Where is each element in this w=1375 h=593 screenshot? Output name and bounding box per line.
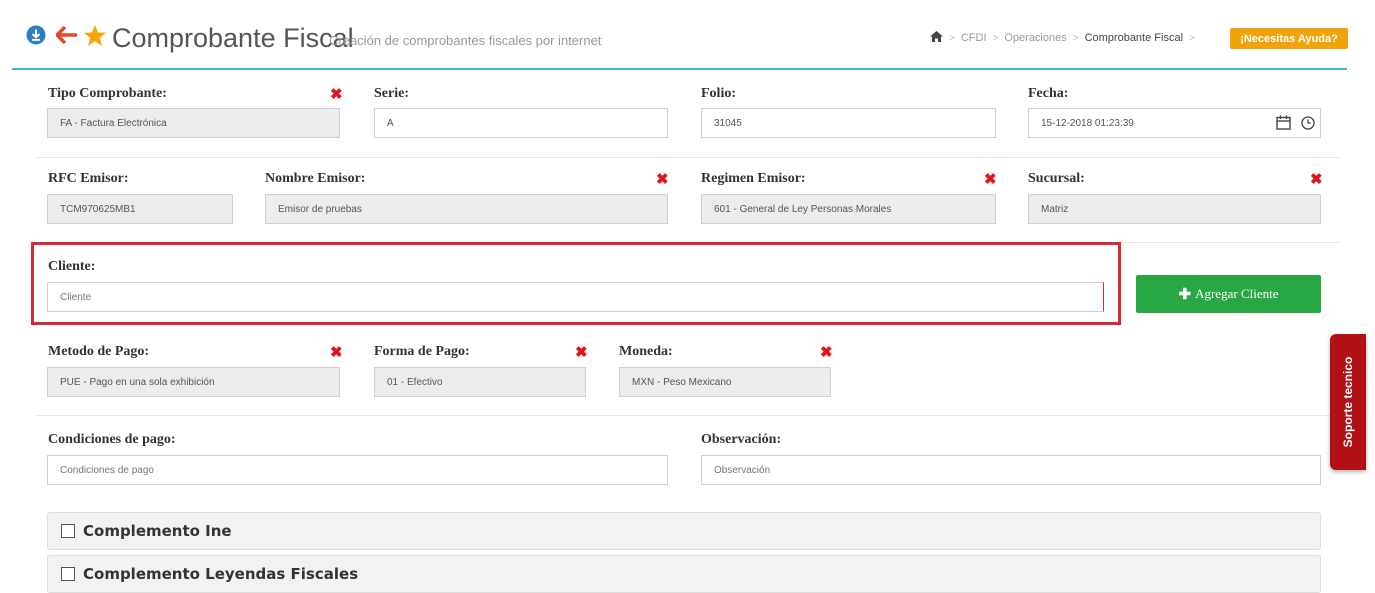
observacion-label: Observación: [701, 432, 782, 447]
condiciones-pago-label: Condiciones de pago: [48, 432, 176, 447]
download-circle-icon[interactable] [25, 22, 47, 48]
header-divider [12, 68, 1347, 70]
breadcrumb-separator: > [1072, 32, 1079, 44]
fecha-label: Fecha: [1028, 86, 1069, 101]
sucursal-label: Sucursal: [1028, 171, 1085, 186]
moneda-label: Moneda: [619, 344, 673, 359]
breadcrumb-comprobante: Comprobante Fiscal [1084, 32, 1184, 44]
condiciones-pago-input[interactable] [47, 455, 668, 485]
add-cliente-label: Agregar Cliente [1195, 286, 1279, 301]
serie-label: Serie: [374, 86, 409, 101]
row-divider [35, 157, 1340, 158]
complemento-leyendas-label: Complemento Leyendas Fiscales [83, 565, 359, 583]
cliente-highlight-box [31, 242, 1121, 325]
rfc-emisor-field[interactable]: TCM970625MB1 [47, 194, 233, 224]
metodo-pago-field[interactable]: PUE - Pago en una sola exhibición [47, 367, 340, 397]
breadcrumb-separator: > [1189, 32, 1195, 44]
clear-tipo-icon[interactable]: ✖ [330, 87, 343, 102]
page-subtitle: Creación de comprobantes fiscales por in… [329, 33, 602, 48]
row-divider [35, 415, 1340, 416]
clear-regimen-icon[interactable]: ✖ [984, 172, 997, 187]
page-header: Comprobante Fiscal Creación de comproban… [0, 0, 1375, 70]
soporte-tecnico-label: Soporte tecnico [1341, 356, 1355, 448]
clear-metodo-icon[interactable]: ✖ [330, 345, 343, 360]
calendar-icon[interactable] [1276, 115, 1291, 135]
breadcrumb-operaciones[interactable]: Operaciones [1004, 32, 1066, 44]
back-arrow-icon[interactable] [55, 22, 79, 48]
fecha-value: 15-12-2018 01:23:39 [1041, 117, 1134, 129]
rfc-emisor-label: RFC Emisor: [48, 171, 129, 186]
tipo-comprobante-field[interactable]: FA - Factura Electrónica [47, 108, 340, 138]
breadcrumb-separator: > [992, 32, 999, 44]
breadcrumb: > CFDI > Operaciones > Comprobante Fisca… [930, 31, 1195, 45]
folio-label: Folio: [701, 86, 736, 101]
clock-icon[interactable] [1301, 116, 1315, 135]
metodo-pago-label: Metodo de Pago: [48, 344, 150, 359]
serie-field[interactable]: A [374, 108, 668, 138]
complemento-leyendas-panel[interactable]: Complemento Leyendas Fiscales [47, 555, 1321, 593]
clear-forma-icon[interactable]: ✖ [575, 345, 588, 360]
sucursal-field[interactable]: Matriz [1028, 194, 1321, 224]
nombre-emisor-label: Nombre Emisor: [265, 171, 366, 186]
complemento-ine-checkbox[interactable] [61, 524, 75, 538]
add-cliente-button[interactable]: ✚ Agregar Cliente [1136, 275, 1321, 313]
home-icon[interactable] [930, 31, 943, 45]
forma-pago-field[interactable]: 01 - Efectivo [374, 367, 586, 397]
help-button[interactable]: ¡Necesitas Ayuda? [1230, 28, 1348, 49]
complemento-ine-panel[interactable]: Complemento Ine [47, 512, 1321, 550]
moneda-field[interactable]: MXN - Peso Mexicano [619, 367, 831, 397]
folio-field[interactable]: 31045 [701, 108, 996, 138]
forma-pago-label: Forma de Pago: [374, 344, 470, 359]
page-title: Comprobante Fiscal [112, 23, 354, 53]
breadcrumb-separator: > [949, 32, 955, 44]
plus-icon: ✚ [1178, 286, 1192, 303]
soporte-tecnico-tab[interactable]: Soporte tecnico [1330, 334, 1366, 470]
regimen-emisor-field[interactable]: 601 - General de Ley Personas Morales [701, 194, 996, 224]
nombre-emisor-field[interactable]: Emisor de pruebas [265, 194, 668, 224]
regimen-emisor-label: Regimen Emisor: [701, 171, 806, 186]
complemento-leyendas-checkbox[interactable] [61, 567, 75, 581]
star-icon[interactable] [82, 22, 108, 48]
breadcrumb-cfdi[interactable]: CFDI [961, 32, 987, 44]
observacion-input[interactable] [701, 455, 1321, 485]
clear-moneda-icon[interactable]: ✖ [820, 345, 833, 360]
clear-nombre-icon[interactable]: ✖ [656, 172, 669, 187]
complemento-ine-label: Complemento Ine [83, 522, 232, 540]
tipo-comprobante-label: Tipo Comprobante: [48, 86, 167, 101]
clear-sucursal-icon[interactable]: ✖ [1310, 172, 1323, 187]
